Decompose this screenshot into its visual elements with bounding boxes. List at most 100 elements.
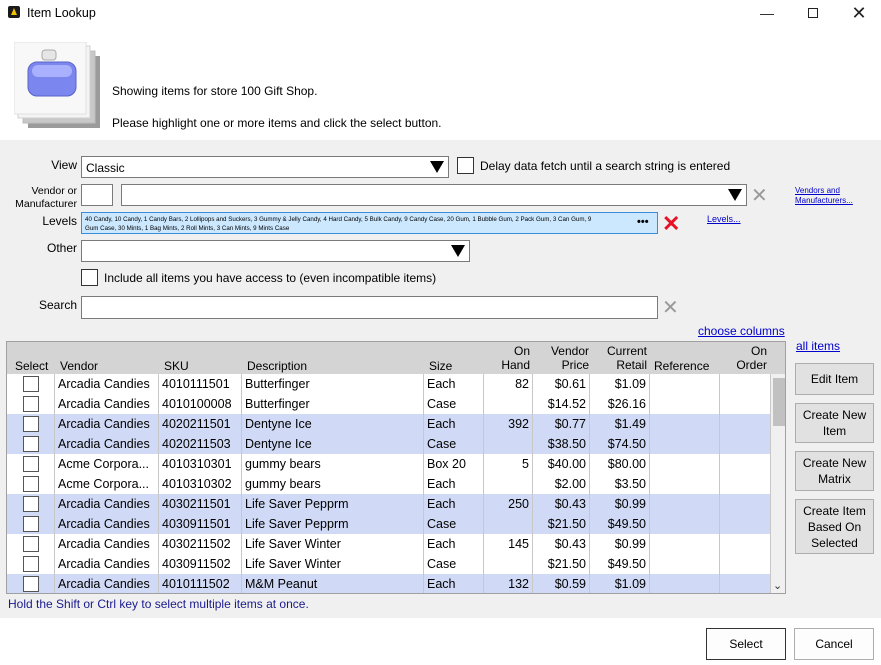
table-row[interactable]: Arcadia Candies 4010111502 M&M Peanut Each 1…	[7, 574, 771, 593]
cell-on-hand: 82	[484, 374, 533, 394]
clear-search-icon[interactable]: ✕	[662, 298, 679, 318]
cell-on-order	[720, 394, 771, 414]
cell-reference	[650, 374, 720, 394]
col-current-retail[interactable]: Current Retail	[592, 344, 647, 376]
include-all-checkbox[interactable]	[81, 269, 98, 286]
cell-vendor: Arcadia Candies	[55, 534, 159, 554]
other-label: Other	[46, 241, 77, 255]
vendor-dropdown[interactable]	[121, 184, 747, 206]
col-size[interactable]: Size	[429, 359, 452, 373]
cell-vendor-price: $21.50	[533, 554, 590, 574]
clear-vendor-icon[interactable]: ✕	[751, 186, 768, 206]
table-row[interactable]: Acme Corpora... 4010310301 gummy bears Box …	[7, 454, 771, 474]
row-select-checkbox[interactable]	[23, 556, 39, 572]
row-select-checkbox[interactable]	[23, 516, 39, 532]
row-select-checkbox[interactable]	[23, 536, 39, 552]
cell-description: gummy bears	[242, 454, 424, 474]
items-grid[interactable]: Select Vendor SKU Description Size On Ha…	[6, 341, 786, 594]
levels-label: Levels	[42, 214, 77, 228]
col-reference[interactable]: Reference	[654, 359, 709, 373]
row-select-checkbox[interactable]	[23, 456, 39, 472]
select-cell	[7, 414, 55, 434]
table-row[interactable]: Arcadia Candies 4030911501 Life Saver Pepp…	[7, 514, 771, 534]
create-item-based-on-selected-button[interactable]: Create Item Based On Selected	[795, 499, 874, 554]
col-on-hand-line2: Hand	[501, 358, 530, 372]
col-vendor-price[interactable]: Vendor Price	[534, 344, 589, 376]
chevron-down-icon	[728, 189, 742, 201]
levels-more-button[interactable]: •••	[637, 216, 649, 228]
edit-item-button[interactable]: Edit Item	[795, 363, 874, 395]
row-select-checkbox[interactable]	[23, 576, 39, 592]
levels-link[interactable]: Levels...	[707, 214, 741, 224]
multi-select-hint: Hold the Shift or Ctrl key to select mul…	[8, 597, 309, 611]
col-current-retail-line1: Current	[606, 344, 647, 358]
col-on-hand[interactable]: On Hand	[487, 344, 530, 376]
all-items-link[interactable]: all items	[796, 339, 840, 353]
other-dropdown[interactable]	[81, 240, 470, 262]
row-select-checkbox[interactable]	[23, 416, 39, 432]
table-row[interactable]: Arcadia Candies 4030911502 Life Saver Wint…	[7, 554, 771, 574]
scroll-down-icon[interactable]: ⌄	[773, 579, 782, 592]
cell-retail: $1.09	[590, 574, 650, 593]
select-cell	[7, 554, 55, 574]
table-row[interactable]: Acme Corpora... 4010310302 gummy bears Each…	[7, 474, 771, 494]
table-row[interactable]: Arcadia Candies 4010111501 Butterfinger Eac…	[7, 374, 771, 394]
cancel-button[interactable]: Cancel	[794, 628, 874, 660]
cell-sku: 4010111501	[159, 374, 242, 394]
search-input[interactable]	[81, 296, 658, 319]
create-new-matrix-button[interactable]: Create New Matrix	[795, 451, 874, 491]
maximize-button[interactable]	[790, 0, 836, 26]
row-select-checkbox[interactable]	[23, 396, 39, 412]
delay-fetch-checkbox[interactable]	[457, 157, 474, 174]
cell-vendor: Acme Corpora...	[55, 454, 159, 474]
select-cell	[7, 374, 55, 394]
select-cell	[7, 514, 55, 534]
table-row[interactable]: Arcadia Candies 4030211502 Life Saver Wint…	[7, 534, 771, 554]
row-select-checkbox[interactable]	[23, 376, 39, 392]
chevron-down-icon	[430, 161, 444, 173]
cell-retail: $26.16	[590, 394, 650, 414]
table-row[interactable]: Arcadia Candies 4010100008 Butterfinger Cas…	[7, 394, 771, 414]
cell-vendor-price: $40.00	[533, 454, 590, 474]
cell-sku: 4020211501	[159, 414, 242, 434]
cell-on-hand	[484, 394, 533, 414]
view-dropdown[interactable]: Classic	[81, 156, 449, 178]
create-new-item-button[interactable]: Create New Item	[795, 403, 874, 443]
vendors-manufacturers-link[interactable]: Vendors and Manufacturers...	[795, 186, 853, 206]
row-select-checkbox[interactable]	[23, 476, 39, 492]
col-select[interactable]: Select	[15, 359, 48, 373]
col-sku[interactable]: SKU	[164, 359, 189, 373]
vendor-code-input[interactable]	[81, 184, 113, 206]
cell-on-hand: 5	[484, 454, 533, 474]
minimize-button[interactable]: —	[744, 0, 790, 26]
cell-reference	[650, 434, 720, 454]
table-row[interactable]: Arcadia Candies 4020211501 Dentyne Ice Each…	[7, 414, 771, 434]
create-new-item-line2: Item	[822, 424, 847, 438]
chevron-down-icon	[451, 245, 465, 257]
levels-field[interactable]: 40 Candy, 10 Candy, 1 Candy Bars, 2 Loll…	[81, 212, 658, 234]
close-button[interactable]: ✕	[836, 0, 881, 26]
cell-description: Life Saver Winter	[242, 534, 424, 554]
col-description[interactable]: Description	[247, 359, 307, 373]
instruction-message: Please highlight one or more items and c…	[112, 116, 442, 130]
vertical-scrollbar[interactable]: ⌄	[771, 374, 785, 593]
vendor-label-line2: Manufacturer	[15, 198, 77, 210]
app-logo-icon	[8, 6, 20, 18]
cell-description: Butterfinger	[242, 394, 424, 414]
row-select-checkbox[interactable]	[23, 436, 39, 452]
choose-columns-link[interactable]: choose columns	[698, 324, 785, 338]
col-vendor[interactable]: Vendor	[60, 359, 98, 373]
select-button[interactable]: Select	[706, 628, 786, 660]
cell-size: Each	[424, 414, 484, 434]
cell-sku: 4030211501	[159, 494, 242, 514]
row-select-checkbox[interactable]	[23, 496, 39, 512]
table-row[interactable]: Arcadia Candies 4030211501 Life Saver Pepp…	[7, 494, 771, 514]
clear-levels-icon[interactable]: ✕	[662, 213, 680, 235]
col-on-order[interactable]: On Order	[723, 344, 767, 376]
cell-size: Case	[424, 554, 484, 574]
cell-vendor: Arcadia Candies	[55, 374, 159, 394]
table-row[interactable]: Arcadia Candies 4020211503 Dentyne Ice Case…	[7, 434, 771, 454]
cell-reference	[650, 574, 720, 593]
cell-reference	[650, 474, 720, 494]
scrollbar-thumb[interactable]	[773, 378, 785, 426]
